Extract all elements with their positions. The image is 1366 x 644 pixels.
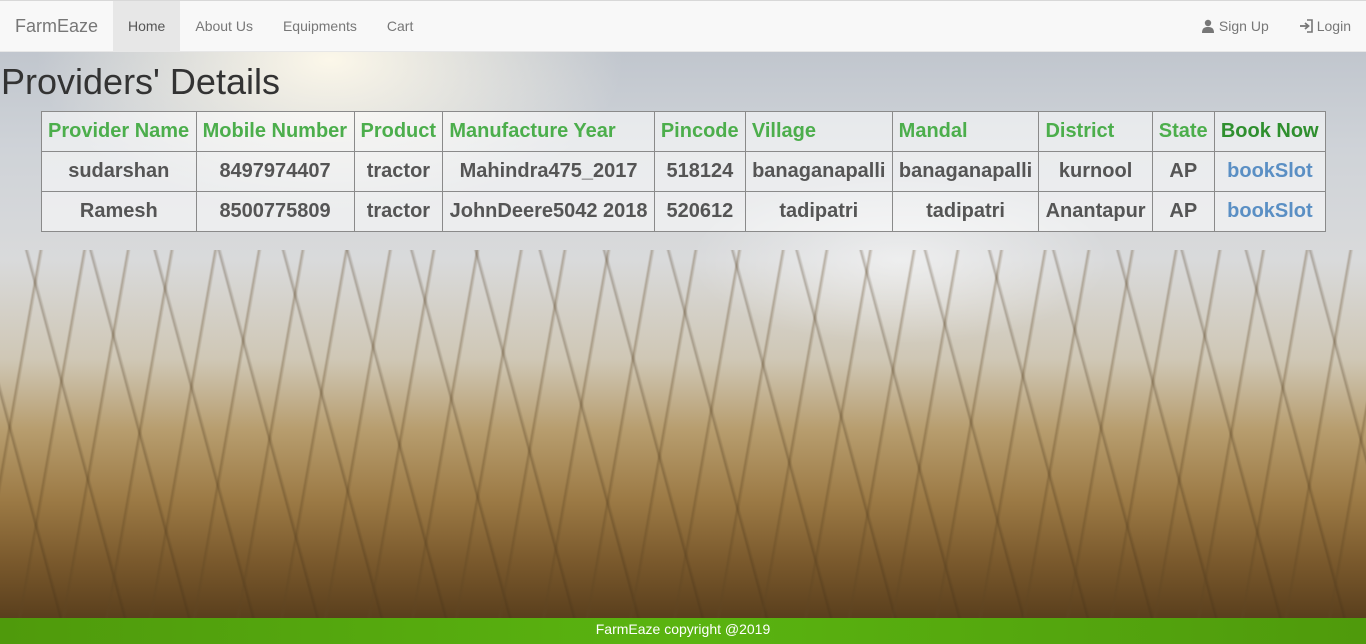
- cell-state: AP: [1151, 191, 1215, 232]
- login-label: Login: [1316, 18, 1351, 34]
- nav-left: Home About Us Equipments Cart: [113, 1, 428, 51]
- cell-mobile-number: 8500775809: [195, 191, 355, 232]
- cell-book-now: bookSlot: [1213, 151, 1327, 192]
- header-manufacture-year: Manufacture Year: [442, 111, 655, 152]
- header-mandal: Mandal: [891, 111, 1040, 152]
- header-pincode: Pincode: [653, 111, 746, 152]
- nav-equipments[interactable]: Equipments: [268, 1, 372, 51]
- cell-pincode: 520612: [653, 191, 746, 232]
- cell-district: kurnool: [1038, 151, 1153, 192]
- nav-home[interactable]: Home: [113, 1, 181, 51]
- cell-manufacture-year: Mahindra475_2017: [442, 151, 655, 192]
- table-row: Ramesh 8500775809 tractor JohnDeere5042 …: [41, 191, 1327, 232]
- login-link[interactable]: Login: [1284, 1, 1366, 51]
- cell-mobile-number: 8497974407: [195, 151, 355, 192]
- nav-about-us[interactable]: About Us: [180, 1, 268, 51]
- table-header-row: Provider Name Mobile Number Product Manu…: [41, 111, 1327, 152]
- cell-pincode: 518124: [653, 151, 746, 192]
- footer-copyright: FarmEaze copyright @2019: [595, 621, 771, 637]
- nav-right: Sign Up Login: [1186, 1, 1366, 51]
- cell-mandal: banaganapalli: [891, 151, 1040, 192]
- login-icon: [1299, 19, 1313, 33]
- cell-mandal: tadipatri: [891, 191, 1040, 232]
- cell-product: tractor: [353, 151, 444, 192]
- table-row: sudarshan 8497974407 tractor Mahindra475…: [41, 151, 1327, 192]
- header-village: Village: [744, 111, 893, 152]
- footer: FarmEaze copyright @2019: [0, 618, 1366, 644]
- cell-manufacture-year: JohnDeere5042 2018: [442, 191, 655, 232]
- sign-up-label: Sign Up: [1218, 18, 1269, 34]
- navbar: FarmEaze Home About Us Equipments Cart S…: [0, 0, 1366, 52]
- header-book-now: Book Now: [1213, 111, 1327, 152]
- header-provider-name: Provider Name: [41, 111, 197, 152]
- page-title: Providers' Details: [1, 61, 280, 102]
- header-district: District: [1038, 111, 1153, 152]
- cell-book-now: bookSlot: [1213, 191, 1327, 232]
- header-product: Product: [353, 111, 444, 152]
- cell-district: Anantapur: [1038, 191, 1153, 232]
- nav-cart[interactable]: Cart: [372, 1, 428, 51]
- cell-village: banaganapalli: [744, 151, 893, 192]
- cell-provider-name: Ramesh: [41, 191, 197, 232]
- cell-provider-name: sudarshan: [41, 151, 197, 192]
- providers-table: Provider Name Mobile Number Product Manu…: [41, 111, 1327, 232]
- header-mobile-number: Mobile Number: [195, 111, 355, 152]
- cell-state: AP: [1151, 151, 1215, 192]
- brand-logo[interactable]: FarmEaze: [15, 1, 98, 51]
- user-icon: [1201, 19, 1214, 33]
- cell-product: tractor: [353, 191, 444, 232]
- book-slot-link[interactable]: bookSlot: [1227, 200, 1313, 222]
- sign-up-link[interactable]: Sign Up: [1186, 1, 1284, 51]
- book-slot-link[interactable]: bookSlot: [1227, 160, 1313, 182]
- header-state: State: [1151, 111, 1215, 152]
- cell-village: tadipatri: [744, 191, 893, 232]
